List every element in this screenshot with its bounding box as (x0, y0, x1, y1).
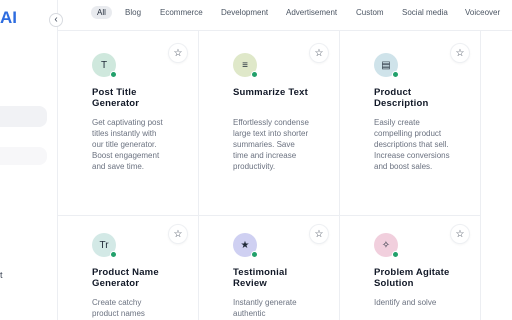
card-description: Identify and solve (374, 298, 437, 307)
card-title: Product Name Generator (92, 267, 159, 289)
card-description: Instantly generate authentic (233, 298, 297, 318)
sidebar-item[interactable] (0, 147, 47, 165)
favorite-star-icon[interactable]: ☆ (309, 43, 329, 63)
text-tr-icon: Tr (92, 233, 117, 258)
template-card-testimonial-review[interactable]: ★ ☆ Testimonial Review Instantly generat… (199, 216, 340, 320)
filter-blog[interactable]: Blog (119, 6, 147, 19)
card-icon-glyph: ★ (240, 239, 250, 251)
card-description: Effortlessly condense large text into sh… (233, 118, 309, 171)
status-dot (392, 71, 399, 78)
document-icon: ▤ (374, 53, 399, 78)
template-card-product-name-generator[interactable]: Tr ☆ Product Name Generator Create catch… (58, 216, 199, 320)
template-grid: T ☆ Post Title Generator Get captivating… (58, 30, 512, 320)
status-dot (392, 251, 399, 258)
template-card-problem-agitate-solution[interactable]: ✧ ☆ Problem Agitate Solution Identify an… (340, 216, 481, 320)
collapse-sidebar-button[interactable]: ‹ (49, 13, 63, 27)
filter-custom[interactable]: Custom (350, 6, 390, 19)
star-filled-icon: ★ (233, 233, 258, 258)
card-icon-glyph: ≡ (242, 59, 248, 71)
card-description: Get captivating post titles instantly wi… (92, 118, 163, 171)
card-description: Easily create compelling product descrip… (374, 118, 450, 171)
filter-all[interactable]: All (91, 6, 112, 19)
template-card-post-title-generator[interactable]: T ☆ Post Title Generator Get captivating… (58, 31, 199, 216)
filter-ecommerce[interactable]: Ecommerce (154, 6, 209, 19)
filter-advertisement[interactable]: Advertisement (280, 6, 343, 19)
filter-social-media[interactable]: Social media (396, 6, 454, 19)
sidebar: AI t (0, 0, 58, 320)
sparkle-icon: ✧ (374, 233, 399, 258)
lines-icon: ≡ (233, 53, 258, 78)
logo[interactable]: AI (0, 8, 17, 28)
card-title: Testimonial Review (233, 267, 288, 289)
favorite-star-icon[interactable]: ☆ (309, 224, 329, 244)
status-dot (110, 251, 117, 258)
card-title: Post Title Generator (92, 87, 140, 109)
card-icon-glyph: ✧ (381, 239, 391, 251)
text-t-icon: T (92, 53, 117, 78)
filter-voiceover[interactable]: Voiceover (459, 6, 506, 19)
favorite-star-icon[interactable]: ☆ (450, 224, 470, 244)
sidebar-item-active[interactable] (0, 106, 47, 127)
template-card-summarize-text[interactable]: ≡ ☆ Summarize Text Effortlessly condense… (199, 31, 340, 216)
favorite-star-icon[interactable]: ☆ (168, 43, 188, 63)
card-description: Create catchy product names (92, 298, 145, 318)
card-title: Problem Agitate Solution (374, 267, 450, 289)
card-title: Summarize Text (233, 87, 308, 98)
filter-development[interactable]: Development (215, 6, 274, 19)
favorite-star-icon[interactable]: ☆ (168, 224, 188, 244)
status-dot (251, 251, 258, 258)
category-filter-bar: All Blog Ecommerce Development Advertise… (58, 0, 512, 26)
chevron-left-icon: ‹ (54, 14, 58, 25)
sidebar-item-label: t (0, 270, 3, 280)
status-dot (110, 71, 117, 78)
card-icon-glyph: T (100, 59, 108, 71)
card-icon-glyph: ▤ (381, 59, 391, 71)
template-card-product-description[interactable]: ▤ ☆ Product Description Easily create co… (340, 31, 481, 216)
status-dot (251, 71, 258, 78)
card-title: Product Description (374, 87, 429, 109)
favorite-star-icon[interactable]: ☆ (450, 43, 470, 63)
card-icon-glyph: Tr (99, 239, 109, 251)
